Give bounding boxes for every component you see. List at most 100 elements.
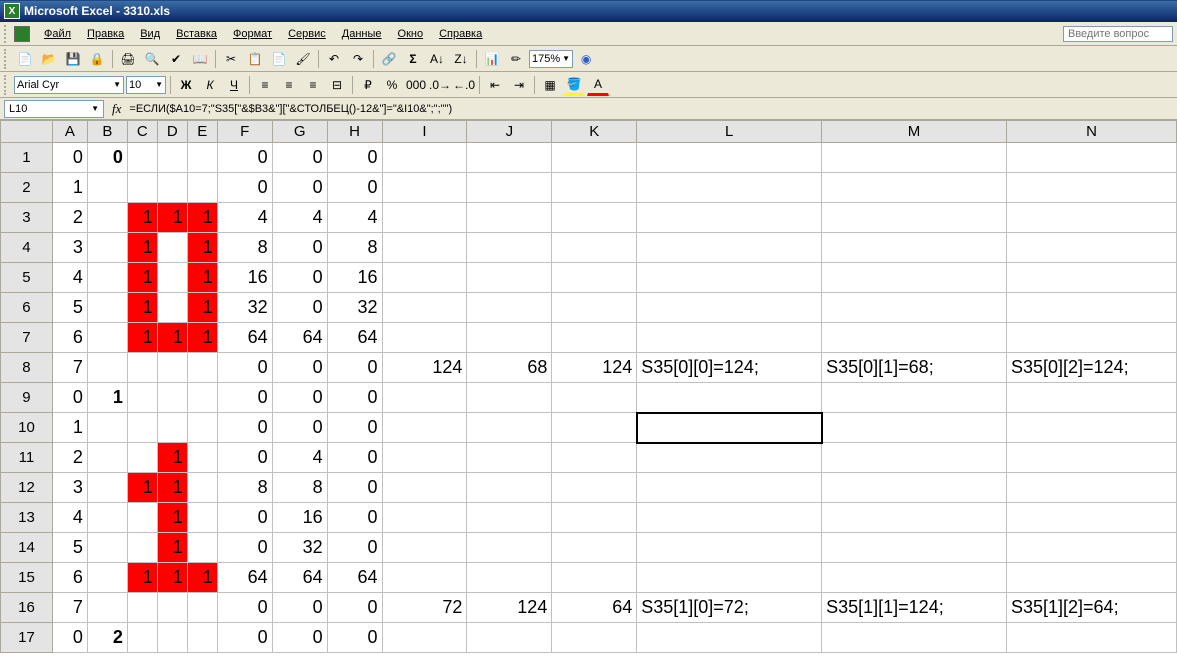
bold-icon[interactable]: Ж bbox=[175, 74, 197, 96]
save-icon[interactable]: 💾 bbox=[62, 48, 84, 70]
font-combo[interactable]: Arial Cyr▼ bbox=[14, 76, 124, 94]
menu-file[interactable]: Файл bbox=[36, 25, 79, 43]
cell-L15[interactable] bbox=[637, 563, 822, 593]
cell-L2[interactable] bbox=[637, 173, 822, 203]
cell-F8[interactable]: 0 bbox=[217, 353, 272, 383]
cell-D9[interactable] bbox=[157, 383, 187, 413]
cell-C4[interactable]: 1 bbox=[127, 233, 157, 263]
cell-E15[interactable]: 1 bbox=[187, 563, 217, 593]
menu-format[interactable]: Формат bbox=[225, 25, 280, 43]
cell-M13[interactable] bbox=[822, 503, 1007, 533]
cell-A1[interactable]: 0 bbox=[52, 143, 87, 173]
column-header-K[interactable]: K bbox=[552, 121, 637, 143]
cell-B7[interactable] bbox=[87, 323, 127, 353]
cell-N2[interactable] bbox=[1006, 173, 1176, 203]
help-icon[interactable]: ◉ bbox=[575, 48, 597, 70]
font-color-icon[interactable]: A bbox=[587, 74, 609, 96]
cell-G16[interactable]: 0 bbox=[272, 593, 327, 623]
cell-D10[interactable] bbox=[157, 413, 187, 443]
fill-color-icon[interactable]: 🪣 bbox=[563, 74, 585, 96]
cell-N16[interactable]: S35[1][2]=64; bbox=[1006, 593, 1176, 623]
cell-F16[interactable]: 0 bbox=[217, 593, 272, 623]
cell-J7[interactable] bbox=[467, 323, 552, 353]
cell-C10[interactable] bbox=[127, 413, 157, 443]
help-search-input[interactable] bbox=[1063, 26, 1173, 42]
cell-L4[interactable] bbox=[637, 233, 822, 263]
cell-H8[interactable]: 0 bbox=[327, 353, 382, 383]
zoom-combo[interactable]: 175%▼ bbox=[529, 50, 573, 68]
cell-C8[interactable] bbox=[127, 353, 157, 383]
cell-I1[interactable] bbox=[382, 143, 467, 173]
cell-J1[interactable] bbox=[467, 143, 552, 173]
align-right-icon[interactable]: ≡ bbox=[302, 74, 324, 96]
row-header[interactable]: 1 bbox=[1, 143, 53, 173]
cell-B14[interactable] bbox=[87, 533, 127, 563]
cell-K12[interactable] bbox=[552, 473, 637, 503]
cell-F2[interactable]: 0 bbox=[217, 173, 272, 203]
cell-D3[interactable]: 1 bbox=[157, 203, 187, 233]
cell-K1[interactable] bbox=[552, 143, 637, 173]
cell-N17[interactable] bbox=[1006, 623, 1176, 653]
cell-F5[interactable]: 16 bbox=[217, 263, 272, 293]
column-header-I[interactable]: I bbox=[382, 121, 467, 143]
cell-G12[interactable]: 8 bbox=[272, 473, 327, 503]
cell-E13[interactable] bbox=[187, 503, 217, 533]
row-header[interactable]: 17 bbox=[1, 623, 53, 653]
cell-I4[interactable] bbox=[382, 233, 467, 263]
cell-N11[interactable] bbox=[1006, 443, 1176, 473]
menu-view[interactable]: Вид bbox=[132, 25, 168, 43]
cell-J16[interactable]: 124 bbox=[467, 593, 552, 623]
cell-B8[interactable] bbox=[87, 353, 127, 383]
cell-G7[interactable]: 64 bbox=[272, 323, 327, 353]
row-header[interactable]: 12 bbox=[1, 473, 53, 503]
cell-K16[interactable]: 64 bbox=[552, 593, 637, 623]
column-header-B[interactable]: B bbox=[87, 121, 127, 143]
cell-K15[interactable] bbox=[552, 563, 637, 593]
cell-I14[interactable] bbox=[382, 533, 467, 563]
row-header[interactable]: 7 bbox=[1, 323, 53, 353]
cell-G13[interactable]: 16 bbox=[272, 503, 327, 533]
cell-M1[interactable] bbox=[822, 143, 1007, 173]
cell-K2[interactable] bbox=[552, 173, 637, 203]
chart-icon[interactable]: 📊 bbox=[481, 48, 503, 70]
cell-M4[interactable] bbox=[822, 233, 1007, 263]
cell-B9[interactable]: 1 bbox=[87, 383, 127, 413]
cell-H5[interactable]: 16 bbox=[327, 263, 382, 293]
cell-H2[interactable]: 0 bbox=[327, 173, 382, 203]
column-header-F[interactable]: F bbox=[217, 121, 272, 143]
cell-E11[interactable] bbox=[187, 443, 217, 473]
cell-A6[interactable]: 5 bbox=[52, 293, 87, 323]
cell-D5[interactable] bbox=[157, 263, 187, 293]
cell-B17[interactable]: 2 bbox=[87, 623, 127, 653]
cell-H9[interactable]: 0 bbox=[327, 383, 382, 413]
cell-F13[interactable]: 0 bbox=[217, 503, 272, 533]
cell-I3[interactable] bbox=[382, 203, 467, 233]
cell-A5[interactable]: 4 bbox=[52, 263, 87, 293]
cell-A8[interactable]: 7 bbox=[52, 353, 87, 383]
cell-I8[interactable]: 124 bbox=[382, 353, 467, 383]
cell-D15[interactable]: 1 bbox=[157, 563, 187, 593]
cell-H16[interactable]: 0 bbox=[327, 593, 382, 623]
cell-E17[interactable] bbox=[187, 623, 217, 653]
cell-M2[interactable] bbox=[822, 173, 1007, 203]
cell-I13[interactable] bbox=[382, 503, 467, 533]
cell-H7[interactable]: 64 bbox=[327, 323, 382, 353]
menu-edit[interactable]: Правка bbox=[79, 25, 132, 43]
cell-K8[interactable]: 124 bbox=[552, 353, 637, 383]
merge-icon[interactable]: ⊟ bbox=[326, 74, 348, 96]
cell-M8[interactable]: S35[0][1]=68; bbox=[822, 353, 1007, 383]
cell-B5[interactable] bbox=[87, 263, 127, 293]
comma-icon[interactable]: 000 bbox=[405, 74, 427, 96]
row-header[interactable]: 14 bbox=[1, 533, 53, 563]
cell-L9[interactable] bbox=[637, 383, 822, 413]
preview-icon[interactable]: 🔍 bbox=[141, 48, 163, 70]
cell-E7[interactable]: 1 bbox=[187, 323, 217, 353]
cell-M6[interactable] bbox=[822, 293, 1007, 323]
cell-G1[interactable]: 0 bbox=[272, 143, 327, 173]
cell-I6[interactable] bbox=[382, 293, 467, 323]
cell-D4[interactable] bbox=[157, 233, 187, 263]
cell-C1[interactable] bbox=[127, 143, 157, 173]
cell-C12[interactable]: 1 bbox=[127, 473, 157, 503]
cell-H13[interactable]: 0 bbox=[327, 503, 382, 533]
column-header-A[interactable]: A bbox=[52, 121, 87, 143]
